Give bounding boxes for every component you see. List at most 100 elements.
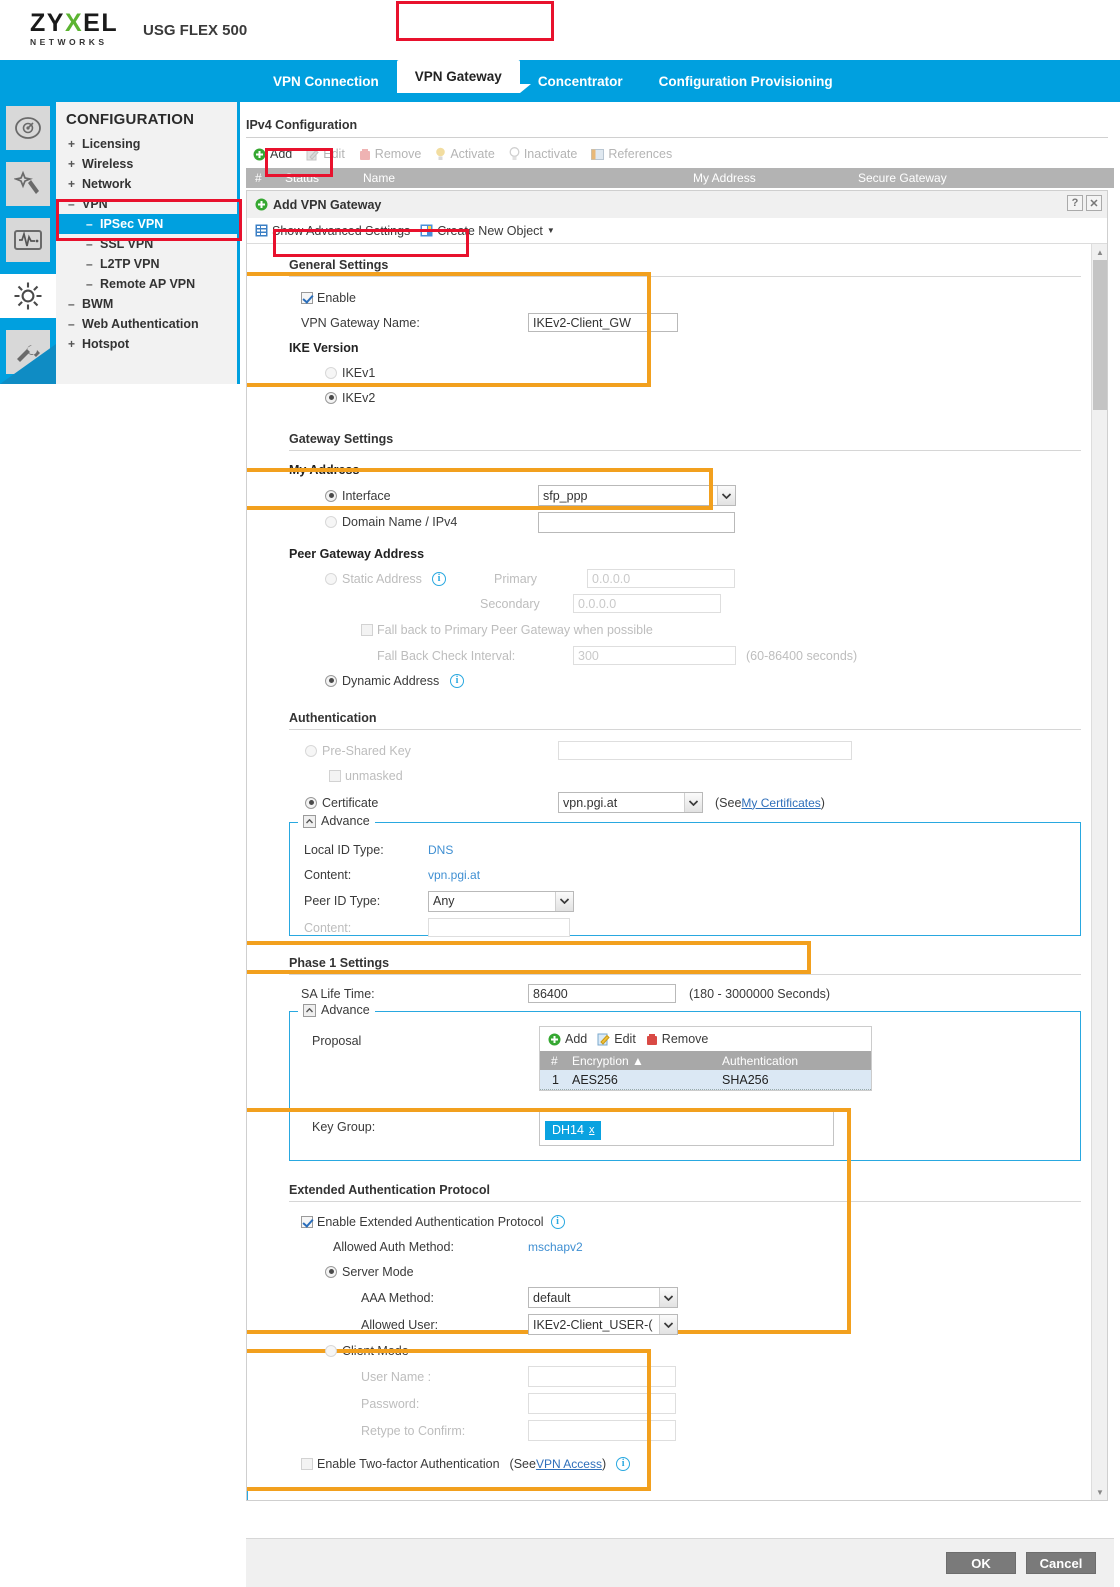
gateway-name-input[interactable] <box>528 313 678 332</box>
sidebar-item-remote-ap-vpn[interactable]: – Remote AP VPN <box>56 274 237 294</box>
psk-input[interactable] <box>558 741 852 760</box>
twofactor-info-icon[interactable]: i <box>616 1456 631 1471</box>
sidebar-item-wireless[interactable]: + Wireless <box>56 154 237 174</box>
user-name-input[interactable] <box>528 1366 676 1387</box>
sidebar-item-l2tp-vpn[interactable]: – L2TP VPN <box>56 254 237 274</box>
sidebar-item-label: VPN <box>82 197 108 211</box>
proposal-add-label: Add <box>565 1032 588 1046</box>
certificate-select[interactable]: vpn.pgi.at <box>558 792 703 813</box>
scroll-up-icon[interactable]: ▲ <box>1092 244 1107 260</box>
tab-vpn-connection[interactable]: VPN Connection <box>255 60 397 102</box>
proposal-col-encryption[interactable]: Encryption ▲ <box>572 1054 722 1068</box>
tab-vpn-gateway[interactable]: VPN Gateway <box>396 60 531 93</box>
references-button[interactable]: References <box>584 145 679 163</box>
remove-button[interactable]: Remove <box>352 145 429 163</box>
eap-info-icon[interactable]: i <box>550 1214 565 1229</box>
collapse-minus-icon: – <box>86 277 93 291</box>
dialog-scrollbar[interactable]: ▲ ▼ <box>1091 244 1107 1500</box>
content-row: Content: vpn.pgi.at <box>290 862 1080 887</box>
server-mode-radio[interactable] <box>325 1265 337 1278</box>
domain-name-input[interactable] <box>538 511 735 533</box>
collapse-minus-icon: – <box>86 237 93 251</box>
peer-content-input[interactable] <box>428 918 570 937</box>
password-label: Password: <box>361 1396 420 1411</box>
aaa-method-select[interactable]: default <box>528 1287 678 1308</box>
key-group-field[interactable]: DH14 x <box>539 1108 834 1146</box>
certificate-radio[interactable] <box>305 796 317 809</box>
monitor-icon[interactable] <box>6 218 50 262</box>
allowed-auth-method-row: Allowed Auth Method: mschapv2 <box>289 1234 1093 1259</box>
secondary-input[interactable] <box>573 594 721 613</box>
peer-id-type-select[interactable]: Any <box>428 890 574 912</box>
remove-tag-icon[interactable]: x <box>589 1124 595 1136</box>
sidebar-item-label: BWM <box>82 297 114 311</box>
ok-button[interactable]: OK <box>946 1552 1016 1574</box>
dynamic-address-radio[interactable] <box>325 674 337 687</box>
sidebar-item-ssl-vpn[interactable]: – SSL VPN <box>56 234 237 254</box>
proposal-remove-button[interactable]: Remove <box>646 1032 708 1046</box>
dynamic-address-info-icon[interactable]: i <box>450 673 464 688</box>
ikev1-radio[interactable] <box>325 366 337 379</box>
key-group-label: Key Group: <box>312 1120 376 1134</box>
collapse-toggle-icon[interactable] <box>303 1003 316 1017</box>
domain-name-radio[interactable] <box>325 516 337 528</box>
sidebar-item-network[interactable]: + Network <box>56 174 237 194</box>
ikev2-radio[interactable] <box>325 391 337 404</box>
primary-input[interactable] <box>587 569 735 588</box>
inactivate-button[interactable]: Inactivate <box>502 145 585 163</box>
scroll-down-icon[interactable]: ▼ <box>1092 1484 1107 1500</box>
edit-icon <box>306 148 319 160</box>
twofactor-checkbox[interactable] <box>301 1457 313 1470</box>
retype-input[interactable] <box>528 1420 676 1441</box>
edit-button[interactable]: Edit <box>299 145 352 163</box>
close-icon[interactable]: ✕ <box>1086 195 1102 211</box>
sidebar-item-licensing[interactable]: + Licensing <box>56 134 237 154</box>
proposal-edit-button[interactable]: Edit <box>597 1032 636 1046</box>
proposal-add-button[interactable]: Add <box>548 1032 587 1046</box>
static-address-row: Static Address i Primary <box>289 566 1093 591</box>
password-input[interactable] <box>528 1393 676 1414</box>
sidebar-item-web-authentication[interactable]: – Web Authentication <box>56 314 237 334</box>
scroll-thumb[interactable] <box>1093 260 1107 410</box>
authentication-advance-legend[interactable]: Advance <box>298 814 375 828</box>
sidebar-item-bwm[interactable]: – BWM <box>56 294 237 314</box>
unmasked-checkbox[interactable] <box>329 770 341 782</box>
fallback-checkbox[interactable] <box>361 623 373 636</box>
interface-select[interactable]: sfp_ppp <box>538 485 736 506</box>
dashboard-icon[interactable] <box>6 106 50 150</box>
static-address-info-icon[interactable]: i <box>432 571 446 586</box>
show-advanced-settings-button[interactable]: Show Advanced Settings <box>255 224 410 238</box>
table-row[interactable]: 1 AES256 SHA256 <box>540 1070 871 1090</box>
eap-enable-checkbox[interactable] <box>301 1215 313 1228</box>
add-button[interactable]: Add <box>246 145 299 163</box>
main-tabbar: VPN Connection VPN Gateway Concentrator … <box>0 60 1120 102</box>
cancel-button[interactable]: Cancel <box>1026 1552 1096 1574</box>
interface-radio[interactable] <box>325 489 337 502</box>
configuration-icon[interactable] <box>0 274 56 318</box>
client-mode-radio[interactable] <box>325 1344 337 1357</box>
phase1-advance-legend[interactable]: Advance <box>298 1003 375 1017</box>
my-certificates-link[interactable]: My Certificates <box>741 796 820 810</box>
static-address-radio[interactable] <box>325 572 337 585</box>
sidebar-item-vpn[interactable]: – VPN <box>56 194 237 214</box>
proposal-col-authentication[interactable]: Authentication <box>722 1054 798 1068</box>
create-new-object-button[interactable]: Create New Object ▼ <box>420 224 555 238</box>
sidebar-item-ipsec-vpn[interactable]: – IPSec VPN <box>56 214 237 234</box>
key-group-tag[interactable]: DH14 x <box>545 1121 602 1140</box>
vpn-access-link[interactable]: VPN Access <box>536 1457 602 1471</box>
activate-button[interactable]: Activate <box>428 145 501 163</box>
wizard-icon[interactable] <box>6 162 50 206</box>
left-background-fill <box>0 384 246 1587</box>
sa-life-time-input[interactable] <box>528 984 676 1003</box>
fallback-interval-row: Fall Back Check Interval: (60-86400 seco… <box>289 643 1093 668</box>
sidebar-item-hotspot[interactable]: + Hotspot <box>56 334 237 354</box>
psk-radio[interactable] <box>305 744 317 757</box>
help-button[interactable]: ? <box>1067 195 1083 211</box>
fallback-interval-input[interactable] <box>573 646 736 665</box>
collapse-toggle-icon[interactable] <box>303 814 316 828</box>
enable-checkbox[interactable] <box>301 291 313 304</box>
main-panel: IPv4 Configuration Add Edit Remove Activ… <box>246 118 1114 1501</box>
tab-concentrator[interactable]: Concentrator <box>520 60 641 102</box>
allowed-user-select[interactable]: IKEv2-Client_USER-( <box>528 1314 678 1335</box>
tab-configuration-provisioning[interactable]: Configuration Provisioning <box>641 60 851 102</box>
